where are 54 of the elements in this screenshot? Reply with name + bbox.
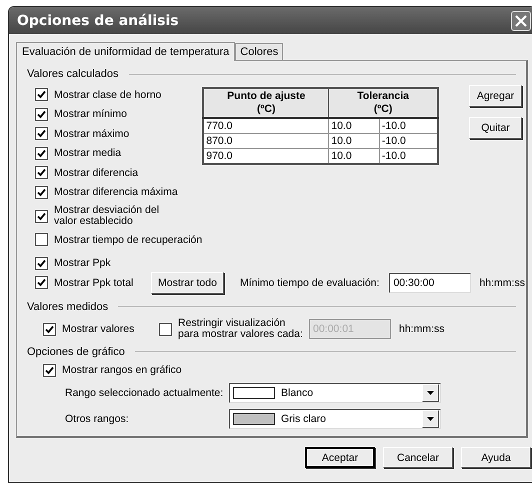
close-icon[interactable]: [511, 10, 531, 30]
side-button[interactable]: Agregar: [469, 85, 522, 107]
checkbox[interactable]: [43, 364, 56, 377]
checkbox[interactable]: [35, 276, 48, 290]
checkbox-label: Mostrar Ppk total: [54, 276, 134, 289]
table-cell: 10.0: [328, 118, 380, 134]
checkbox-label: Mostrar Ppk: [54, 257, 111, 270]
checkbox-label: Mostrar diferencia: [54, 166, 138, 179]
checkbox-label: Restringir visualización para mostrar valores cada:: [178, 318, 304, 340]
tab[interactable]: Colores: [235, 43, 284, 60]
section-title: Valores medidos: [27, 300, 108, 312]
checkbox[interactable]: [35, 186, 48, 199]
color-dropdown[interactable]: Blanco: [229, 383, 441, 403]
checkbox-label: Mostrar clase de horno: [54, 88, 162, 101]
checkbox-label: Mostrar rangos en gráfico: [62, 364, 182, 376]
checkbox-label: Mostrar valores: [62, 323, 134, 335]
table-cell: 10.0: [328, 134, 380, 148]
checkbox[interactable]: [35, 256, 48, 270]
checkbox[interactable]: [159, 322, 172, 336]
table-cell: 770.0: [203, 118, 329, 134]
checkbox-label: Mostrar desviación del valor establecido: [54, 204, 160, 228]
checkbox-label: Mostrar mínimo: [54, 108, 127, 120]
table-cell: 870.0: [203, 134, 329, 148]
unit-label: hh:mm:ss: [399, 323, 445, 335]
section-title: Valores calculados: [27, 68, 119, 80]
checkbox[interactable]: [35, 233, 48, 246]
tab[interactable]: Evaluación de uniformidad de temperatura: [16, 42, 236, 61]
checkbox-label: Mostrar diferencia máxima: [54, 186, 178, 198]
checkbox[interactable]: [35, 146, 48, 160]
dialog-button[interactable]: Aceptar: [305, 447, 375, 468]
dialog-button[interactable]: Ayuda: [461, 447, 531, 468]
section-title: Opciones de gráfico: [27, 346, 125, 358]
checkbox-label: Mostrar media: [54, 147, 122, 160]
show-all-button[interactable]: Mostrar todo: [151, 272, 224, 294]
checkbox-label: Mostrar tiempo de recuperación: [54, 234, 202, 246]
dialog-button[interactable]: Cancelar: [383, 447, 453, 468]
checkbox[interactable]: [43, 322, 56, 336]
window-title: Opciones de análisis: [17, 12, 179, 28]
field-label: Otros rangos:: [65, 413, 130, 425]
checkbox[interactable]: [35, 88, 48, 102]
checkbox[interactable]: [35, 210, 48, 222]
checkbox-label: Mostrar máximo: [54, 128, 130, 140]
field-label: Mínimo tiempo de evaluación:: [240, 276, 380, 288]
unit-label: hh:mm:ss: [479, 276, 525, 288]
checkbox[interactable]: [35, 108, 48, 121]
table-cell: -10.0: [379, 134, 438, 148]
field-label: Rango seleccionado actualmente:: [65, 387, 224, 399]
column-header: Punto de ajuste (ºC): [203, 88, 329, 118]
color-dropdown[interactable]: Gris claro: [229, 409, 441, 429]
checkbox[interactable]: [35, 166, 48, 180]
checkbox[interactable]: [35, 127, 48, 140]
input-field[interactable]: 00:30:00: [389, 272, 472, 292]
column-header: Tolerancia (ºC): [328, 88, 438, 118]
side-button[interactable]: Quitar: [469, 117, 522, 139]
